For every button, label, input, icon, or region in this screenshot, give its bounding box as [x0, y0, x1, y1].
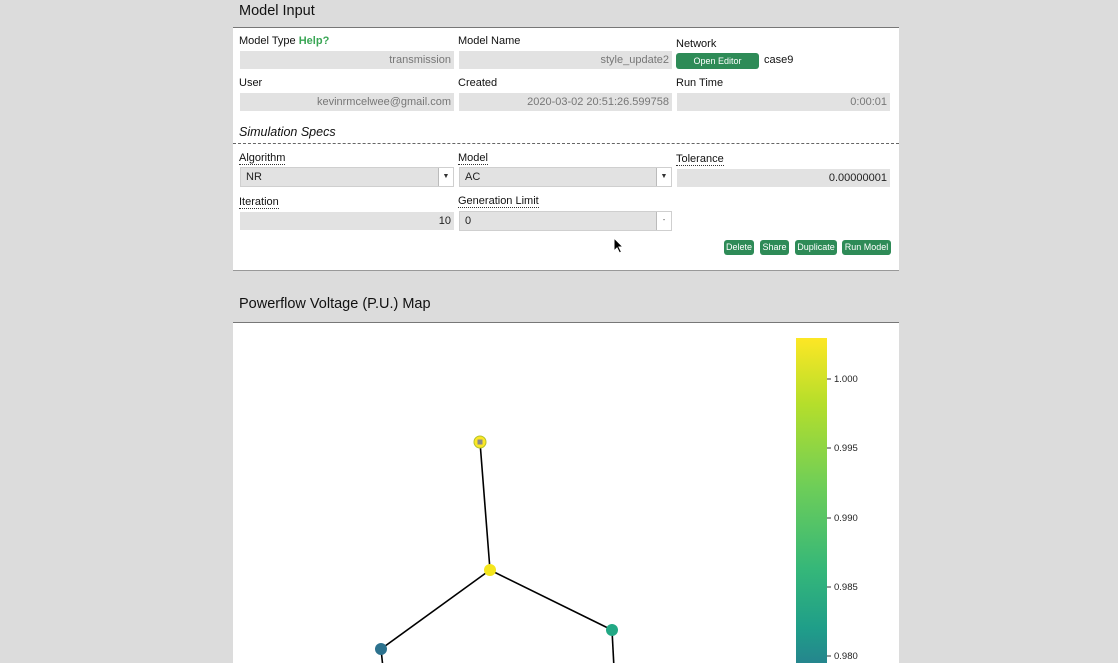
duplicate-button[interactable]: Duplicate [795, 240, 837, 255]
generation-limit-label-text: Generation Limit [458, 195, 539, 208]
colorbar-tick-label: 0.985 [834, 582, 858, 593]
model-type-label: Model Type Help? [239, 35, 329, 47]
model-name-field[interactable]: style_update2 [459, 51, 672, 69]
iteration-field[interactable]: 10 [240, 212, 454, 230]
model-select[interactable]: AC ▼ [459, 167, 672, 187]
mouse-cursor-icon [613, 237, 625, 254]
bus-node[interactable] [484, 564, 496, 576]
algorithm-select-value: NR [246, 171, 262, 183]
model-input-title: Model Input [239, 3, 315, 19]
voltage-map-panel: 1.000 0.995 0.990 0.985 0.980 [233, 322, 899, 663]
delete-button[interactable]: Delete [724, 240, 754, 255]
voltage-map-svg: 1.000 0.995 0.990 0.985 0.980 [375, 338, 858, 663]
created-field[interactable]: 2020-03-02 20:51:26.599758 [459, 93, 672, 111]
user-label: User [239, 77, 263, 89]
main-column: Model Input Model Type Help? transmissio… [233, 0, 899, 663]
model-type-field[interactable]: transmission [240, 51, 454, 69]
algorithm-label-text: Algorithm [239, 152, 286, 165]
colorbar-tick-label: 0.980 [834, 651, 858, 662]
colorbar-ticks: 1.000 0.995 0.990 0.985 0.980 [827, 374, 858, 662]
model-input-panel: Model Type Help? transmission Model Name… [233, 27, 899, 271]
edge-line [479, 441, 491, 571]
iteration-label: Iteration [239, 196, 279, 209]
edge-line [380, 569, 491, 650]
user-field[interactable]: kevinrmcelwee@gmail.com [240, 93, 454, 111]
algorithm-select[interactable]: NR ▼ [240, 167, 454, 187]
colorbar-tick-label: 0.990 [834, 513, 858, 524]
model-label-text: Model [458, 152, 488, 165]
edge-line [489, 569, 613, 631]
colorbar-tick-label: 0.995 [834, 443, 858, 454]
generator-marker [477, 439, 483, 445]
created-label: Created [458, 77, 498, 89]
specs-divider [233, 143, 899, 144]
tolerance-label: Tolerance [676, 153, 724, 166]
chevron-down-icon: - [656, 212, 671, 230]
colorbar [796, 338, 827, 663]
colorbar-tick-label: 1.000 [834, 374, 858, 385]
generation-limit-select[interactable]: 0 - [459, 211, 672, 231]
open-editor-button[interactable]: Open Editor [676, 53, 759, 69]
model-label: Model [458, 152, 488, 165]
chevron-down-icon: ▼ [438, 168, 453, 186]
model-type-label-text: Model Type [239, 35, 296, 47]
map-title: Powerflow Voltage (P.U.) Map [239, 296, 431, 312]
run-time-label: Run Time [676, 77, 724, 89]
tolerance-label-text: Tolerance [676, 153, 724, 166]
help-link[interactable]: Help? [299, 35, 330, 47]
simulation-specs-title: Simulation Specs [239, 125, 336, 139]
network-label: Network [676, 38, 717, 50]
model-name-label: Model Name [458, 35, 521, 47]
network-value: case9 [764, 54, 794, 66]
run-time-field[interactable]: 0:00:01 [677, 93, 890, 111]
bus-node[interactable] [606, 624, 618, 636]
tolerance-field[interactable]: 0.00000001 [677, 169, 890, 187]
iteration-label-text: Iteration [239, 196, 279, 209]
model-select-value: AC [465, 171, 481, 183]
generation-limit-select-value: 0 [465, 215, 472, 227]
share-button[interactable]: Share [760, 240, 789, 255]
algorithm-label: Algorithm [239, 152, 286, 165]
bus-node[interactable] [375, 643, 387, 655]
run-model-button[interactable]: Run Model [842, 240, 891, 255]
chevron-down-icon: ▼ [656, 168, 671, 186]
generation-limit-label: Generation Limit [458, 195, 539, 208]
